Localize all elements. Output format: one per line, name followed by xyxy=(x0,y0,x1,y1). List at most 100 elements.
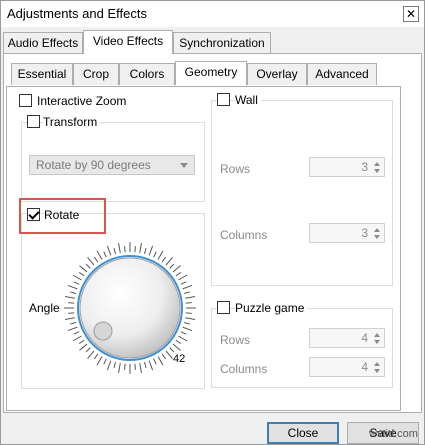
dial-tick xyxy=(94,256,99,263)
dial-tick xyxy=(165,257,173,266)
tab-overlay[interactable]: Overlay xyxy=(247,63,307,85)
spin-down-icon[interactable] xyxy=(374,340,380,344)
dial-tick xyxy=(85,347,91,353)
wall-checkbox[interactable] xyxy=(217,93,230,106)
dial-tick xyxy=(153,251,157,258)
dial-tick xyxy=(134,246,136,253)
close-button[interactable]: Close xyxy=(267,422,339,444)
dial-tick xyxy=(124,246,126,253)
dial-tick xyxy=(172,343,181,351)
tab-colors[interactable]: Colors xyxy=(119,63,175,85)
dial-tick xyxy=(153,358,157,365)
dial-tick xyxy=(96,356,103,366)
dial-tick xyxy=(94,353,99,360)
dial-tick xyxy=(79,265,88,273)
wall-columns-label: Columns xyxy=(220,228,268,242)
dial-tick xyxy=(185,312,192,314)
dial-tick xyxy=(85,263,91,269)
tab-essential[interactable]: Essential xyxy=(11,63,73,85)
puzzle-rows-label: Rows xyxy=(220,333,251,347)
rotate-checkbox[interactable] xyxy=(27,208,40,221)
dial-tick xyxy=(175,272,182,277)
rotate-label: Rotate xyxy=(44,208,80,222)
chevron-down-icon xyxy=(180,163,188,168)
spin-up-icon[interactable] xyxy=(374,162,380,166)
dial-tick xyxy=(175,339,182,344)
dial-knob[interactable] xyxy=(79,257,181,359)
dial-tick xyxy=(68,302,75,304)
watermark-text: wvtid.com xyxy=(369,428,418,440)
wall-rows-spinbox[interactable]: 3 xyxy=(309,157,385,177)
dial-tick xyxy=(148,360,154,371)
puzzle-checkbox[interactable] xyxy=(217,301,230,314)
dial-tick xyxy=(178,335,188,342)
dial-tick xyxy=(87,350,95,359)
dial-tick xyxy=(183,322,191,325)
dial-tick xyxy=(182,326,193,332)
transform-select-value: Rotate by 90 degrees xyxy=(36,158,151,172)
interactive-zoom-label: Interactive Zoom xyxy=(37,94,127,108)
close-window-button[interactable]: ✕ xyxy=(403,6,419,22)
dial-tick xyxy=(157,356,164,366)
spin-down-icon[interactable] xyxy=(374,369,380,373)
spin-up-icon[interactable] xyxy=(374,228,380,232)
tab-video-effects[interactable]: Video Effects xyxy=(83,30,173,54)
transform-checkbox[interactable] xyxy=(27,115,40,128)
puzzle-columns-label: Columns xyxy=(220,362,268,376)
dial-tick xyxy=(139,363,142,374)
angle-label: Angle xyxy=(29,301,60,315)
puzzle-columns-spinbox[interactable]: 4 xyxy=(309,357,385,377)
dial-tick xyxy=(78,339,85,344)
dial-tick xyxy=(106,245,112,256)
dial-tick xyxy=(103,251,107,258)
dial-tick xyxy=(103,358,107,365)
dial-tick xyxy=(96,250,103,260)
dial-tick xyxy=(124,363,126,370)
dial-tick xyxy=(183,291,191,294)
dial-tick xyxy=(182,284,193,290)
tab-advanced[interactable]: Advanced xyxy=(307,63,377,85)
dial-tick xyxy=(165,350,173,359)
wall-columns-spinbox[interactable]: 3 xyxy=(309,223,385,243)
dial-tick xyxy=(64,296,75,299)
dial-tick xyxy=(144,361,147,369)
dial-tick xyxy=(106,360,112,371)
angle-value: 42 xyxy=(173,353,186,365)
dial-tick xyxy=(78,272,85,277)
tab-geometry[interactable]: Geometry xyxy=(175,61,247,85)
dial-tick xyxy=(161,256,166,263)
dial-tick xyxy=(67,326,78,332)
dial-tick xyxy=(185,296,196,299)
spin-down-icon[interactable] xyxy=(374,169,380,173)
dial-tick xyxy=(79,343,88,351)
dial-tick xyxy=(113,361,116,369)
adjustments-window: Adjustments and Effects ✕ Audio Effects … xyxy=(0,0,425,445)
spin-up-icon[interactable] xyxy=(374,333,380,337)
dial-tick xyxy=(67,284,78,290)
dial-tick xyxy=(68,312,75,314)
wall-label: Wall xyxy=(235,93,261,107)
transform-label: Transform xyxy=(43,115,101,129)
spin-up-icon[interactable] xyxy=(374,362,380,366)
tab-crop[interactable]: Crop xyxy=(73,63,119,85)
tab-audio-effects[interactable]: Audio Effects xyxy=(3,32,83,54)
dial-tick xyxy=(180,331,187,335)
interactive-zoom-checkbox[interactable] xyxy=(19,94,32,107)
puzzle-rows-spinbox[interactable]: 4 xyxy=(309,328,385,348)
dial-tick xyxy=(73,281,80,285)
spin-down-icon[interactable] xyxy=(374,235,380,239)
wall-columns-value: 3 xyxy=(361,226,368,240)
dial-tick xyxy=(113,247,116,255)
dial-tick xyxy=(69,322,77,325)
dial-tick xyxy=(118,363,121,374)
tab-synchronization[interactable]: Synchronization xyxy=(173,32,271,54)
dial-tick xyxy=(73,331,80,335)
wall-rows-label: Rows xyxy=(220,162,251,176)
dial-tick xyxy=(64,317,75,320)
dial-tick xyxy=(72,274,82,281)
wall-group xyxy=(211,100,393,286)
puzzle-label: Puzzle game xyxy=(235,301,308,315)
dial-tick xyxy=(157,250,164,260)
dial-tick xyxy=(161,353,166,360)
dial-tick xyxy=(148,245,154,256)
